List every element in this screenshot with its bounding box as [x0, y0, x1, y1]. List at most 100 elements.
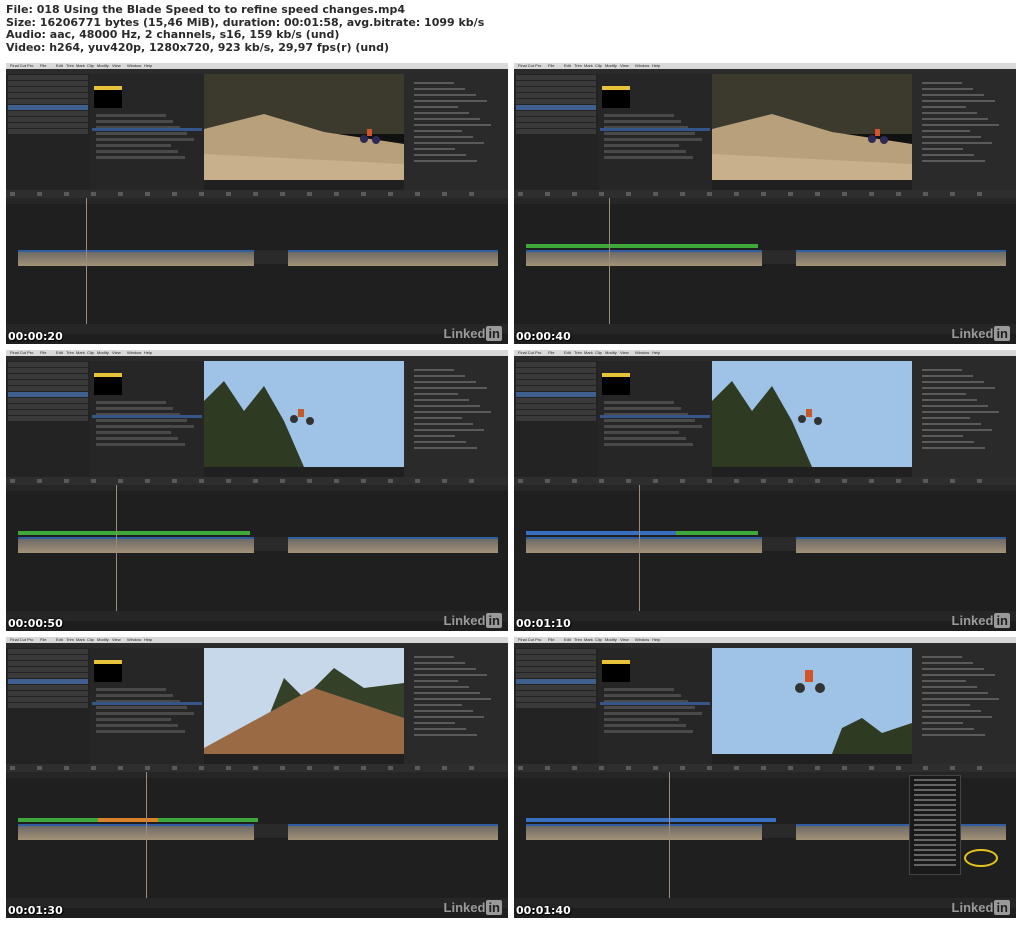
toolbar-icon[interactable]: [518, 479, 523, 483]
toolbar-icon[interactable]: [734, 479, 739, 483]
popup-menu-item[interactable]: [914, 804, 956, 806]
inspector-field[interactable]: [414, 106, 458, 108]
timeline-gap[interactable]: [762, 824, 796, 838]
library-row[interactable]: [8, 123, 88, 128]
inspector-field[interactable]: [922, 441, 974, 443]
toolbar-icon[interactable]: [64, 479, 69, 483]
library-row[interactable]: [516, 679, 596, 684]
toolbar-icon[interactable]: [788, 192, 793, 196]
popup-menu-item[interactable]: [914, 844, 956, 846]
browser-list-line[interactable]: [96, 132, 187, 135]
toolbar-icon[interactable]: [977, 766, 982, 770]
toolbar-icon[interactable]: [442, 766, 447, 770]
library-row[interactable]: [8, 81, 88, 86]
library-row[interactable]: [516, 362, 596, 367]
toolbar-icon[interactable]: [199, 766, 204, 770]
library-row[interactable]: [8, 380, 88, 385]
inspector-field[interactable]: [922, 399, 977, 401]
inspector-field[interactable]: [922, 381, 984, 383]
viewer-controls[interactable]: [204, 467, 404, 477]
speed-bar[interactable]: [526, 818, 776, 822]
inspector-field[interactable]: [414, 94, 476, 96]
popup-menu-item[interactable]: [914, 829, 956, 831]
toolbar-icon[interactable]: [572, 192, 577, 196]
inspector-field[interactable]: [414, 118, 480, 120]
timeline-ruler[interactable]: [514, 485, 1016, 491]
timeline-gap[interactable]: [254, 537, 288, 551]
browser-list-line[interactable]: [604, 114, 674, 117]
browser-list-line[interactable]: [96, 156, 185, 159]
toolbar-icon[interactable]: [761, 766, 766, 770]
toolbar-icon[interactable]: [869, 766, 874, 770]
inspector-field[interactable]: [922, 722, 963, 724]
browser-list-line[interactable]: [604, 688, 674, 691]
toolbar-icon[interactable]: [788, 479, 793, 483]
toolbar-icon[interactable]: [572, 479, 577, 483]
browser-list-line[interactable]: [96, 120, 173, 123]
toolbar-icon[interactable]: [226, 479, 231, 483]
library-row[interactable]: [8, 691, 88, 696]
selected-project-row[interactable]: [92, 415, 202, 418]
popup-menu-item[interactable]: [914, 849, 956, 851]
library-row[interactable]: [8, 99, 88, 104]
browser-list-line[interactable]: [604, 425, 702, 428]
inspector-field[interactable]: [414, 387, 487, 389]
popup-menu-item[interactable]: [914, 859, 956, 861]
inspector-field[interactable]: [922, 405, 988, 407]
inspector-field[interactable]: [414, 704, 462, 706]
timeline-gap[interactable]: [762, 537, 796, 551]
toolbar-icon[interactable]: [761, 192, 766, 196]
library-row[interactable]: [8, 410, 88, 415]
selected-project-row[interactable]: [600, 702, 710, 705]
library-row[interactable]: [516, 697, 596, 702]
library-row[interactable]: [516, 99, 596, 104]
inspector-field[interactable]: [414, 405, 480, 407]
inspector-field[interactable]: [414, 393, 458, 395]
inspector-field[interactable]: [922, 704, 970, 706]
viewer-controls[interactable]: [204, 180, 404, 190]
toolbar-icon[interactable]: [469, 192, 474, 196]
library-row[interactable]: [516, 703, 596, 708]
inspector-field[interactable]: [922, 154, 974, 156]
inspector-field[interactable]: [922, 716, 992, 718]
toolbar-icon[interactable]: [307, 479, 312, 483]
inspector-field[interactable]: [414, 734, 477, 736]
toolbar-icon[interactable]: [842, 479, 847, 483]
inspector-field[interactable]: [922, 680, 966, 682]
browser-list-line[interactable]: [96, 694, 173, 697]
browser-list-line[interactable]: [96, 706, 187, 709]
inspector-field[interactable]: [922, 728, 974, 730]
toolbar-icon[interactable]: [599, 479, 604, 483]
library-row[interactable]: [516, 81, 596, 86]
toolbar-icon[interactable]: [950, 479, 955, 483]
toolbar-icon[interactable]: [469, 766, 474, 770]
speed-bar-segment[interactable]: [158, 818, 258, 822]
browser-list-line[interactable]: [604, 150, 686, 153]
toolbar-icon[interactable]: [626, 766, 631, 770]
timeline[interactable]: [514, 485, 1016, 621]
inspector-field[interactable]: [922, 423, 981, 425]
browser-list-line[interactable]: [96, 730, 185, 733]
browser-list-line[interactable]: [604, 724, 686, 727]
toolbar-icon[interactable]: [118, 479, 123, 483]
inspector-field[interactable]: [414, 160, 477, 162]
inspector-field[interactable]: [414, 698, 491, 700]
toolbar-icon[interactable]: [545, 766, 550, 770]
browser-list-line[interactable]: [604, 431, 679, 434]
toolbar-icon[interactable]: [680, 479, 685, 483]
browser-list-line[interactable]: [604, 443, 693, 446]
inspector-field[interactable]: [414, 411, 491, 413]
popup-menu-item[interactable]: [914, 864, 956, 866]
toolbar-icon[interactable]: [415, 766, 420, 770]
toolbar-icon[interactable]: [37, 479, 42, 483]
inspector-field[interactable]: [414, 82, 454, 84]
library-row[interactable]: [8, 685, 88, 690]
toolbar-icon[interactable]: [172, 192, 177, 196]
toolbar-icon[interactable]: [977, 479, 982, 483]
inspector-field[interactable]: [922, 668, 984, 670]
timeline-clip[interactable]: [18, 250, 254, 266]
popup-menu-item[interactable]: [914, 819, 956, 821]
inspector-field[interactable]: [922, 692, 988, 694]
speed-bar[interactable]: [18, 531, 250, 535]
inspector-field[interactable]: [414, 142, 484, 144]
